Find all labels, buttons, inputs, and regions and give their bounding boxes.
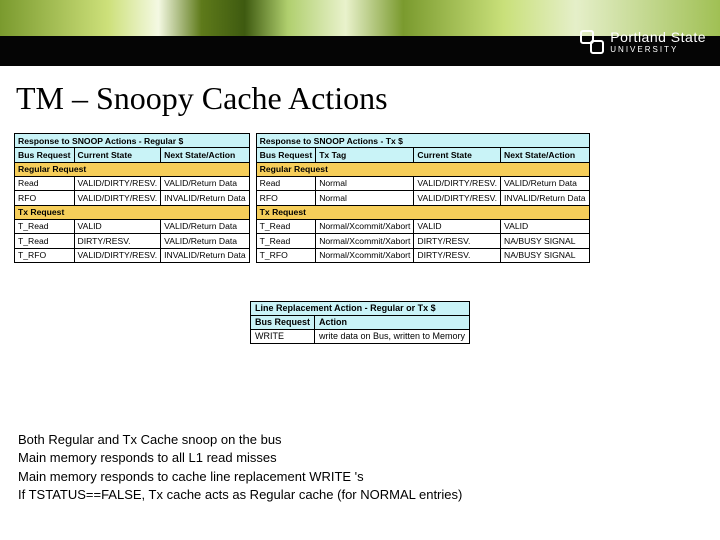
note-line: Main memory responds to all L1 read miss…	[18, 449, 462, 467]
footer-notes: Both Regular and Tx Cache snoop on the b…	[18, 431, 462, 504]
page-title: TM – Snoopy Cache Actions	[16, 80, 720, 117]
col-header: Action	[314, 315, 469, 329]
logo-icon	[580, 30, 604, 54]
table-row: T_Read DIRTY/RESV. VALID/Return Data	[15, 234, 250, 248]
section-label: Regular Request	[256, 162, 589, 176]
table-row: T_Read Normal/Xcommit/Xabort DIRTY/RESV.…	[256, 234, 589, 248]
col-header: Tx Tag	[316, 148, 414, 162]
table-row: Read VALID/DIRTY/RESV. VALID/Return Data	[15, 176, 250, 190]
brand-logo: Portland State UNIVERSITY	[580, 30, 706, 54]
brand-subtitle: UNIVERSITY	[610, 46, 706, 54]
col-header: Bus Request	[256, 148, 316, 162]
note-line: If TSTATUS==FALSE, Tx cache acts as Regu…	[18, 486, 462, 504]
table-row: RFO Normal VALID/DIRTY/RESV. INVALID/Ret…	[256, 191, 589, 205]
section-label: Tx Request	[256, 205, 589, 219]
section-label: Tx Request	[15, 205, 250, 219]
table-row: Read Normal VALID/DIRTY/RESV. VALID/Retu…	[256, 176, 589, 190]
note-line: Main memory responds to cache line repla…	[18, 468, 462, 486]
col-header: Current State	[74, 148, 161, 162]
table-row: T_RFO Normal/Xcommit/Xabort DIRTY/RESV. …	[256, 248, 589, 262]
col-header: Next State/Action	[161, 148, 250, 162]
table-caption: Response to SNOOP Actions - Tx $	[256, 134, 589, 148]
col-header: Bus Request	[250, 315, 314, 329]
header-banner: Portland State UNIVERSITY	[0, 0, 720, 66]
table-row: T_Read Normal/Xcommit/Xabort VALID VALID	[256, 219, 589, 233]
table-regular-cache: Response to SNOOP Actions - Regular $ Bu…	[14, 133, 250, 263]
table-caption: Response to SNOOP Actions - Regular $	[15, 134, 250, 148]
col-header: Bus Request	[15, 148, 75, 162]
table-row: WRITE write data on Bus, written to Memo…	[250, 329, 469, 343]
table-tx-cache: Response to SNOOP Actions - Tx $ Bus Req…	[256, 133, 590, 263]
table-row: T_RFO VALID/DIRTY/RESV. INVALID/Return D…	[15, 248, 250, 262]
section-label: Regular Request	[15, 162, 250, 176]
table-line-replacement: Line Replacement Action - Regular or Tx …	[250, 301, 470, 344]
col-header: Next State/Action	[501, 148, 590, 162]
col-header: Current State	[414, 148, 501, 162]
table-row: RFO VALID/DIRTY/RESV. INVALID/Return Dat…	[15, 191, 250, 205]
brand-name: Portland State	[610, 30, 706, 44]
note-line: Both Regular and Tx Cache snoop on the b…	[18, 431, 462, 449]
table-caption: Line Replacement Action - Regular or Tx …	[250, 301, 469, 315]
table-row: T_Read VALID VALID/Return Data	[15, 219, 250, 233]
